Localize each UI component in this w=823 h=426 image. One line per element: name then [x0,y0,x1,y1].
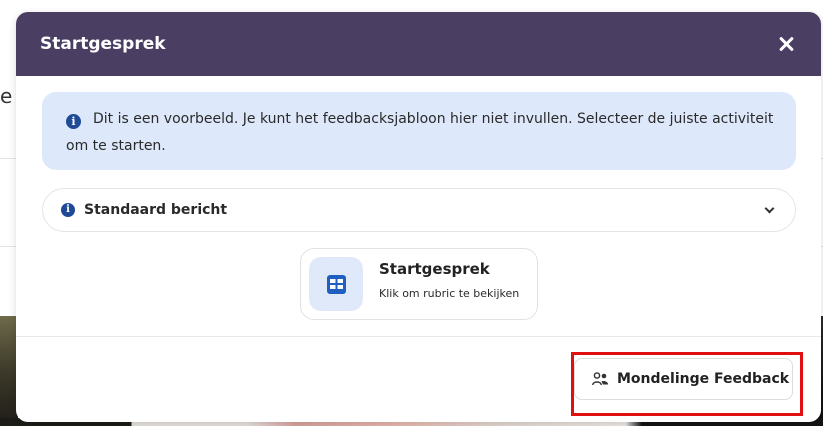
oral-feedback-button[interactable]: Mondelinge Feedback [574,358,793,400]
info-message: i Dit is een voorbeeld. Je kunt het feedb… [66,106,776,160]
modal-title: Startgesprek [40,34,166,54]
close-icon[interactable] [775,33,797,55]
info-icon: i [61,203,75,217]
info-message-text: Dit is een voorbeeld. Je kunt het feedba… [66,111,774,154]
background-divider [0,158,16,159]
info-banner: i Dit is een voorbeeld. Je kunt het feedb… [42,92,796,170]
oral-feedback-label: Mondelinge Feedback [617,371,790,387]
rubric-card[interactable]: Startgesprek Klik om rubric te bekijken [300,248,538,320]
chevron-down-icon[interactable] [764,203,775,213]
modal-footer-divider [16,336,821,337]
table-icon [326,274,346,294]
rubric-icon-wrapper [309,257,363,311]
rubric-card-title: Startgesprek [379,260,490,278]
background-divider [0,246,16,247]
info-icon: i [66,114,81,129]
standard-message-accordion[interactable]: i Standaard bericht [42,188,796,232]
rubric-card-text: Startgesprek Klik om rubric te bekijken [379,260,520,300]
accordion-header: i Standaard bericht [61,202,227,218]
accordion-label: Standaard bericht [84,202,228,218]
background-text: e [0,84,13,108]
modal-header: Startgesprek [16,12,821,76]
people-icon [592,372,609,386]
rubric-card-subtitle: Klik om rubric te bekijken [379,287,520,300]
